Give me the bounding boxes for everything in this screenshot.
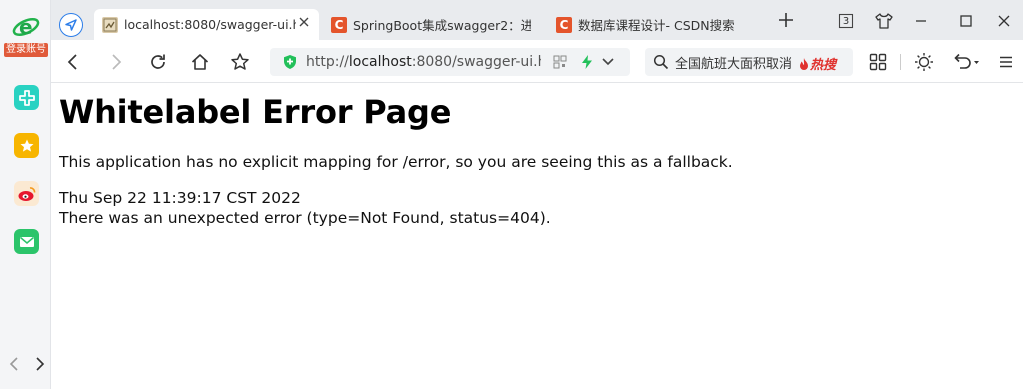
address-bar[interactable]: http://localhost:8080/swagger-ui.html [270,48,630,76]
menu-icon[interactable] [995,51,1017,73]
bookmark-star-icon[interactable] [229,51,251,73]
sidebar-next-icon[interactable] [34,356,46,376]
qr-code-icon[interactable] [553,55,567,69]
minimize-icon[interactable] [910,10,932,32]
mail-icon[interactable] [14,229,39,254]
page-content: Whitelabel Error Page This application h… [59,84,999,228]
login-badge[interactable]: 登录账号 [4,43,48,57]
home-icon[interactable] [189,51,211,73]
back-icon[interactable] [62,51,84,73]
tab-count-icon[interactable]: 3 [835,10,857,32]
sidebar-nav [8,356,46,376]
tab-strip: localhost:8080/swagger-ui.html C SpringB… [51,0,1023,40]
tab-count: 3 [842,15,850,27]
tab-close-icon[interactable] [297,17,311,31]
search-icon [653,54,669,70]
tab-swagger-ui[interactable]: localhost:8080/swagger-ui.html [94,9,319,40]
url-rest: :8080/swagger-ui.html [411,54,541,70]
tab-title: 数据库课程设计- CSDN搜索 [578,18,735,33]
url-prefix: http:// [306,54,349,70]
new-tab-icon[interactable] [775,12,797,34]
csdn-favicon-icon: C [556,16,572,33]
page-title: Whitelabel Error Page [59,93,452,131]
sidebar-prev-icon[interactable] [8,356,20,376]
chevron-down-icon[interactable] [601,56,615,68]
plus-app-icon[interactable] [14,85,39,110]
flame-icon [800,57,808,70]
browser-sidebar: e 登录账号 [0,0,51,389]
error-details: There was an unexpected error (type=Not … [59,209,551,227]
url-host: localhost [348,54,412,70]
speed-bolt-icon[interactable] [580,54,594,70]
browser-logo-icon[interactable]: e [10,12,42,40]
tab-title: SpringBoot集成swagger2：进阶 [353,18,531,33]
brightness-icon[interactable] [913,51,935,73]
maximize-icon[interactable] [955,10,977,32]
undo-menu-icon[interactable] [951,51,981,73]
browser-toolbar: http://localhost:8080/swagger-ui.html 全国… [51,40,1023,83]
swagger-favicon-icon [102,16,118,33]
skin-icon[interactable] [873,10,895,32]
error-timestamp: Thu Sep 22 11:39:17 CST 2022 [59,189,301,207]
secure-shield-icon[interactable] [282,54,298,70]
apps-grid-icon[interactable] [867,51,889,73]
hot-search-label: 热搜 [810,58,837,73]
url-text[interactable]: http://localhost:8080/swagger-ui.html [306,54,541,70]
close-window-icon[interactable] [993,10,1015,32]
error-message: This application has no explicit mapping… [59,153,733,171]
search-box[interactable]: 全国航班大面积取消 热搜 [645,48,853,76]
weibo-icon[interactable] [14,181,39,206]
tab-csdn-search[interactable]: C 数据库课程设计- CSDN搜索 [548,9,768,40]
csdn-favicon-icon: C [331,16,347,33]
navigate-icon[interactable] [59,13,83,37]
search-query[interactable]: 全国航班大面积取消 [675,53,793,72]
svg-text:e: e [19,15,33,39]
reload-icon[interactable] [147,51,169,73]
toolbar-divider [900,54,901,70]
forward-icon[interactable] [105,51,127,73]
hot-search-badge[interactable]: 热搜 [798,54,836,73]
favorites-star-icon[interactable] [14,133,39,158]
tab-title: localhost:8080/swagger-ui.html [124,17,296,32]
tab-springboot-swagger[interactable]: C SpringBoot集成swagger2：进阶 [323,9,533,40]
